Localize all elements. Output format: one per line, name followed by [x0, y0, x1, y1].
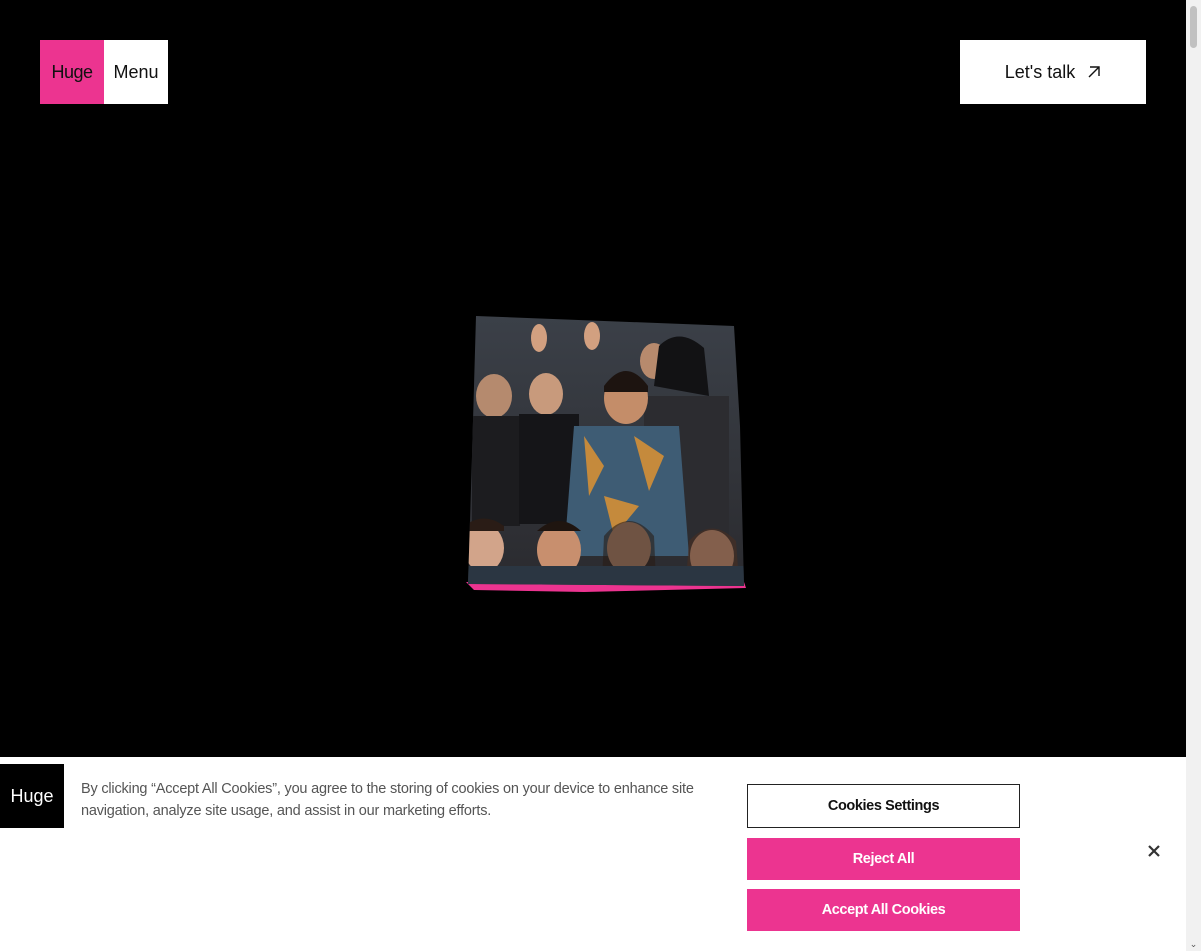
arrow-up-right-icon — [1087, 65, 1101, 79]
cookie-banner: Huge By clicking “Accept All Cookies”, y… — [0, 757, 1186, 951]
accept-all-cookies-button[interactable]: Accept All Cookies — [747, 889, 1020, 931]
lets-talk-label: Let's talk — [1004, 61, 1076, 82]
cookie-banner-logo: Huge — [0, 764, 64, 828]
huge-logo[interactable]: Huge — [40, 40, 104, 104]
lets-talk-button[interactable]: Let's talk — [960, 40, 1146, 104]
cookie-message: By clicking “Accept All Cookies”, you ag… — [81, 781, 694, 819]
scroll-down-arrow-icon[interactable]: ⌄ — [1189, 940, 1198, 949]
reject-all-button[interactable]: Reject All — [747, 838, 1020, 880]
scrollbar[interactable]: ⌄ — [1186, 0, 1201, 951]
scrollbar-thumb[interactable] — [1190, 6, 1197, 48]
cookies-settings-button[interactable]: Cookies Settings — [747, 784, 1020, 828]
menu-button[interactable]: Menu — [104, 40, 168, 104]
close-icon[interactable] — [1144, 841, 1164, 861]
group-photo — [464, 316, 746, 592]
header-brand-group: Huge Menu — [40, 40, 168, 104]
